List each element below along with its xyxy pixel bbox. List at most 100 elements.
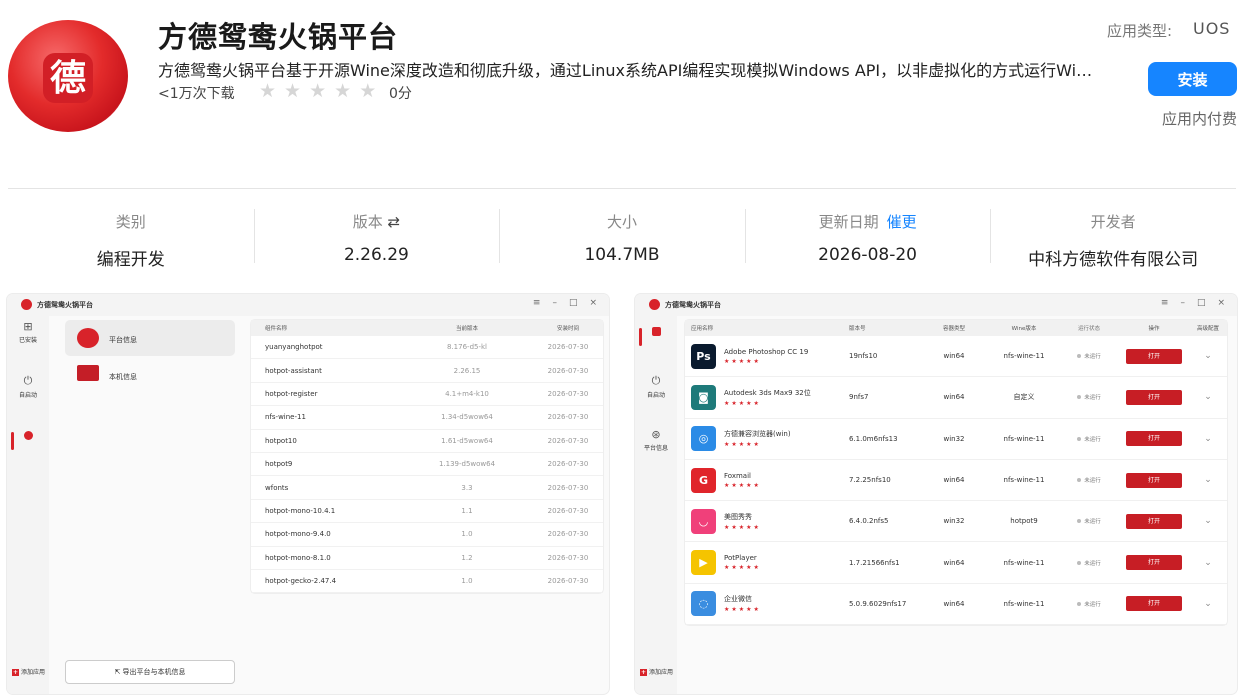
chevron-down-icon: ⌄ bbox=[1204, 475, 1212, 486]
app-cell: ◎ 方德兼容浏览器(win) ★★★★★ bbox=[685, 426, 849, 452]
component-name: hotpot-register bbox=[265, 389, 318, 398]
install-date: 2026-07-30 bbox=[547, 413, 589, 422]
app-name: PotPlayer bbox=[724, 554, 757, 563]
meta-label: 更新日期 催更 bbox=[745, 211, 991, 232]
chevron-down-icon: ⌄ bbox=[1204, 516, 1212, 527]
action-cell: 打开 bbox=[1119, 555, 1189, 571]
star-icon: ★ bbox=[284, 80, 302, 102]
status-label: 未运行 bbox=[1084, 354, 1101, 361]
component-name: nfs-wine-11 bbox=[265, 413, 306, 422]
chevron-down-icon: ⌄ bbox=[1204, 392, 1212, 403]
container-type: win64 bbox=[943, 599, 965, 608]
component-name: hotpot-mono-10.4.1 bbox=[265, 506, 336, 515]
run-status: 未运行 bbox=[1059, 435, 1119, 443]
status-dot bbox=[1077, 436, 1082, 441]
meta-category: 类别 编程开发 bbox=[8, 200, 254, 270]
component-version: 1.61-d5wow64 bbox=[441, 436, 493, 445]
component-name: hotpot-gecko-2.47.4 bbox=[265, 577, 337, 586]
nav-item-platform: 平台信息 bbox=[65, 320, 235, 356]
app-name: Foxmail bbox=[724, 471, 751, 480]
urge-update-link[interactable]: 催更 bbox=[887, 213, 917, 231]
app-version: 9nfs7 bbox=[849, 393, 869, 402]
app-meta-bar: 类别 编程开发 版本 ⇄ 2.26.29 大小 104.7MB 更新日期 催更 2… bbox=[8, 200, 1236, 270]
table-row: G Foxmail ★★★★★ 7.2.25nfs10 win64 nfs-wine-11… bbox=[685, 460, 1227, 502]
add-app-button: + 添加应用 bbox=[12, 667, 45, 676]
app-icon: Ps bbox=[691, 343, 716, 369]
table-row: ◡ 美图秀秀 ★★★★★ 6.4.0.2nfs5 win32 hotpot9 未运行 打开 ⌄ bbox=[685, 501, 1227, 543]
status-dot bbox=[1077, 519, 1082, 524]
wine-version: nfs-wine-11 bbox=[1003, 599, 1045, 608]
component-table: 组件名称 当前版本 安装时间 yuanyanghotpot 8.176-d5-kl… bbox=[251, 320, 603, 594]
status-dot bbox=[1077, 354, 1082, 359]
column-header: 应用名称 bbox=[691, 326, 714, 332]
meta-version: 版本 ⇄ 2.26.29 bbox=[253, 200, 500, 270]
menu-icon: ≡ bbox=[532, 298, 541, 308]
install-button[interactable]: 安装 bbox=[1148, 62, 1237, 96]
component-version: 2.26.15 bbox=[453, 366, 481, 375]
container-type: win64 bbox=[943, 393, 965, 402]
app-cell: ◌ 企业微信 ★★★★★ bbox=[685, 591, 849, 617]
column-header: 高级配置 bbox=[1196, 326, 1219, 332]
star-icon: ★ bbox=[309, 80, 327, 102]
install-date: 2026-07-30 bbox=[547, 460, 589, 469]
close-icon: × bbox=[1217, 298, 1225, 308]
version-label: 版本 bbox=[352, 213, 383, 231]
sidebar-item-platform-info bbox=[7, 430, 49, 450]
app-icon: ▶ bbox=[691, 550, 716, 576]
screenshot-2[interactable]: 方德鸳鸯火锅平台 ≡ – □ × ⏻ 自启动 ⊛ 平台信息 + 添加应用 应用名称 版… bbox=[635, 294, 1237, 694]
component-version: 1.0 bbox=[461, 530, 473, 539]
open-button: 打开 bbox=[1126, 555, 1182, 571]
sidebar-item-autostart: ⏻ 自启动 bbox=[635, 374, 677, 399]
install-date: 2026-07-30 bbox=[547, 366, 589, 375]
run-status: 未运行 bbox=[1059, 352, 1119, 360]
screenshot-1[interactable]: 方德鸳鸯火锅平台 ≡ – □ × ⊞ 已安装 ⏻ 自启动 + 添加应用 平台信息 本机… bbox=[7, 294, 609, 694]
add-app-button: + 添加应用 bbox=[640, 667, 673, 676]
app-version: 6.1.0m6nfs13 bbox=[849, 434, 898, 443]
maximize-icon: □ bbox=[1196, 298, 1206, 308]
export-info-button: ⇱ 导出平台与本机信息 bbox=[65, 660, 235, 684]
meta-updated: 更新日期 催更 2026-08-20 bbox=[744, 200, 991, 270]
component-version: 8.176-d5-kl bbox=[447, 343, 487, 352]
install-date: 2026-07-30 bbox=[547, 506, 589, 515]
chevron-down-icon: ⌄ bbox=[1204, 598, 1212, 609]
component-name: hotpot-assistant bbox=[265, 366, 322, 375]
column-header: 运行状态 bbox=[1077, 326, 1100, 332]
star-icon: ★ bbox=[334, 80, 352, 102]
status-dot bbox=[1077, 601, 1082, 606]
app-version: 6.4.0.2nfs5 bbox=[849, 517, 889, 526]
status-dot bbox=[1077, 395, 1082, 400]
app-info: 企业微信 ★★★★★ bbox=[724, 594, 761, 613]
logo-badge: 德 bbox=[43, 53, 93, 103]
power-icon: ⏻ bbox=[23, 374, 33, 387]
rating-stars: ★★★★★ bbox=[724, 441, 761, 449]
nav-label: 平台信息 bbox=[109, 336, 137, 344]
rating-stars: ★★★★★ bbox=[724, 357, 761, 365]
app-type-label: 应用类型: bbox=[1107, 22, 1173, 40]
plus-icon: + bbox=[640, 669, 647, 676]
export-icon: ⇱ bbox=[114, 668, 123, 676]
rating-score: 0分 bbox=[389, 86, 412, 102]
status-label: 未运行 bbox=[1084, 519, 1101, 526]
component-version: 1.1 bbox=[461, 506, 473, 515]
component-version: 1.34-d5wow64 bbox=[441, 413, 493, 422]
wine-version: nfs-wine-11 bbox=[1003, 476, 1045, 485]
wine-version: nfs-wine-11 bbox=[1003, 352, 1045, 361]
meta-value: 编程开发 bbox=[96, 250, 165, 270]
container-type: win64 bbox=[943, 558, 965, 567]
table-row: ◌ 企业微信 ★★★★★ 5.0.9.6029nfs17 win64 nfs-wine-1… bbox=[685, 584, 1227, 626]
table-row: hotpot-mono-8.1.0 1.2 2026-07-30 bbox=[251, 547, 603, 570]
chevron-down-icon: ⌄ bbox=[1204, 433, 1212, 444]
export-label: 导出平台与本机信息 bbox=[122, 668, 186, 676]
app-info: 方德兼容浏览器(win) ★★★★★ bbox=[724, 429, 791, 448]
app-info: Autodesk 3ds Max9 32位 ★★★★★ bbox=[724, 388, 811, 407]
meta-value: 2026-08-20 bbox=[818, 245, 917, 265]
app-info: PotPlayer ★★★★★ bbox=[724, 554, 761, 571]
run-status: 未运行 bbox=[1059, 559, 1119, 567]
wine-version: hotpot9 bbox=[1010, 517, 1038, 526]
switch-version-icon[interactable]: ⇄ bbox=[388, 213, 401, 231]
meta-label: 开发者 bbox=[1090, 213, 1136, 231]
grid-icon: ⊞ bbox=[23, 320, 33, 333]
action-cell: 打开 bbox=[1119, 513, 1189, 529]
component-name: wfonts bbox=[265, 483, 289, 492]
column-header: 版本号 bbox=[849, 326, 866, 332]
